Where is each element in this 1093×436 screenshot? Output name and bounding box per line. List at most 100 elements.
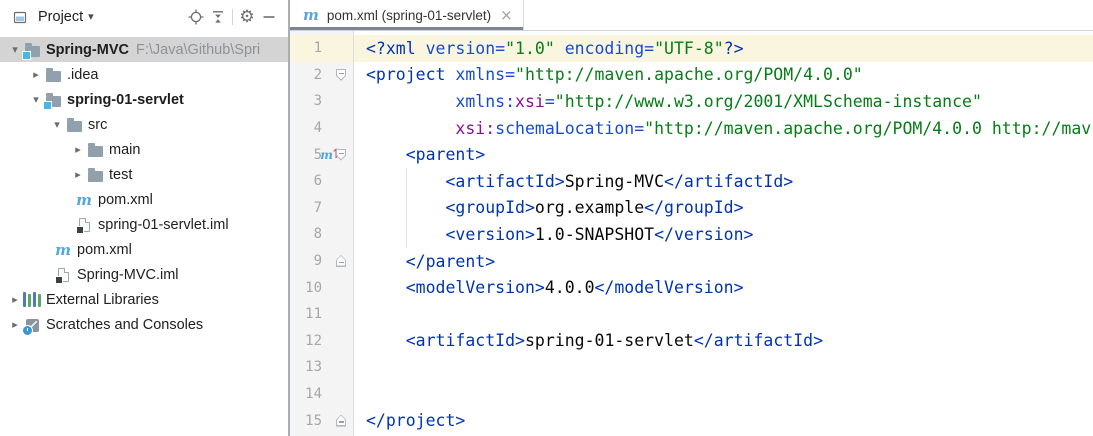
token: </version> xyxy=(654,225,753,244)
fold-slot xyxy=(340,248,353,275)
editor-tab-bar: m pom.xml (spring-01-servlet) × xyxy=(290,0,1093,31)
tree-item-external-libraries[interactable]: ▸External Libraries xyxy=(0,287,288,312)
fold-end-icon[interactable] xyxy=(336,255,346,267)
token: </modelVersion> xyxy=(595,278,744,297)
token: <parent> xyxy=(406,145,485,164)
code-line-9[interactable]: 9 </parent> xyxy=(290,248,1093,275)
line-number: 15 xyxy=(290,413,322,429)
line-number: 11 xyxy=(290,306,322,322)
fold-slot xyxy=(340,168,353,195)
panel-title[interactable]: Project xyxy=(38,9,83,25)
code-line-10[interactable]: 10 <modelVersion>4.0.0</modelVersion> xyxy=(290,274,1093,301)
code-line-5[interactable]: 5m↑ <parent> xyxy=(290,141,1093,168)
tree-item-pom-xml[interactable]: mpom.xml xyxy=(0,237,288,262)
token: "http://www.w3.org/2001/XMLSchema-instan… xyxy=(555,92,982,111)
token xyxy=(366,331,406,350)
line-number: 1 xyxy=(290,40,322,56)
token: xsi: xyxy=(455,119,495,138)
scratches-icon xyxy=(23,316,41,333)
code-line-7[interactable]: 7 <groupId>org.example</groupId> xyxy=(290,195,1093,222)
line-number: 8 xyxy=(290,226,322,242)
tree-item-label: spring-01-servlet xyxy=(67,92,184,108)
code-editor[interactable]: 1 <?xml version="1.0" encoding="UTF-8"?> 2… xyxy=(290,31,1093,436)
settings-gear-icon[interactable]: ⚙ xyxy=(236,6,258,28)
chevron-right-icon[interactable]: ▸ xyxy=(70,168,86,181)
tree-item-test[interactable]: ▸test xyxy=(0,162,288,187)
code-line-1[interactable]: 1 <?xml version="1.0" encoding="UTF-8"?> xyxy=(290,35,1093,62)
code-text: <project xmlns="http://maven.apache.org/… xyxy=(353,65,863,84)
token: xmlns= xyxy=(455,65,515,84)
tree-item-spring-01-servlet-iml[interactable]: spring-01-servlet.iml xyxy=(0,212,288,237)
close-icon[interactable]: × xyxy=(500,9,513,21)
tab-pom-xml[interactable]: m pom.xml (spring-01-servlet) × xyxy=(290,0,524,30)
fold-slot xyxy=(340,328,353,355)
external-libraries-icon xyxy=(23,291,41,308)
token: </artifactId> xyxy=(664,172,793,191)
maven-icon: m xyxy=(303,6,319,24)
code-line-12[interactable]: 12 <artifactId>spring-01-servlet</artifa… xyxy=(290,328,1093,355)
hide-panel-icon[interactable] xyxy=(258,6,280,28)
code-text: </project> xyxy=(353,411,465,430)
tree-item-label: Scratches and Consoles xyxy=(46,317,203,333)
token: org.example xyxy=(535,198,644,217)
tree-item-label: pom.xml xyxy=(77,242,132,258)
token xyxy=(366,278,406,297)
chevron-right-icon[interactable]: ▸ xyxy=(7,293,23,306)
token: version= xyxy=(426,39,505,58)
tree-item-spring-mvc[interactable]: ▾Spring-MVCF:\Java\Github\Spri xyxy=(0,37,288,62)
tree-item-idea[interactable]: ▸.idea xyxy=(0,62,288,87)
tree-item-label: src xyxy=(88,117,107,133)
project-panel: Project ▾ ⚙ ▾Spring-MVCF:\Java\Github\Sp… xyxy=(0,0,290,436)
tree-item-main[interactable]: ▸ main xyxy=(0,137,288,162)
indent-guide xyxy=(406,168,407,248)
token: </parent> xyxy=(406,252,495,271)
token xyxy=(366,145,406,164)
line-number: 14 xyxy=(290,386,322,402)
chevron-right-icon[interactable]: ▸ xyxy=(7,318,23,331)
token: xmlns: xyxy=(455,92,515,111)
token xyxy=(366,92,455,111)
chevron-down-icon[interactable]: ▾ xyxy=(28,93,44,106)
token: "http://maven.apache.org/POM/4.0.0 http:… xyxy=(644,119,1091,138)
tree-item-spring-mvc-iml[interactable]: Spring-MVC.iml xyxy=(0,262,288,287)
folder-icon xyxy=(86,166,104,183)
token: = xyxy=(545,92,555,111)
tree-item-pom-xml[interactable]: mpom.xml xyxy=(0,187,288,212)
line-number: 3 xyxy=(290,93,322,109)
fold-start-icon[interactable] xyxy=(336,69,346,81)
editor: m pom.xml (spring-01-servlet) × 1 <?xml v… xyxy=(290,0,1093,436)
chevron-right-icon[interactable]: ▸ xyxy=(70,143,86,156)
token: ?> xyxy=(724,39,744,58)
chevron-down-icon[interactable]: ▾ xyxy=(49,118,65,131)
code-line-6[interactable]: 6 <artifactId>Spring-MVC</artifactId> xyxy=(290,168,1093,195)
chevron-down-icon[interactable]: ▾ xyxy=(7,43,23,56)
tree-item-scratches-and-consoles[interactable]: ▸ Scratches and Consoles xyxy=(0,312,288,337)
code-line-14[interactable]: 14 xyxy=(290,381,1093,408)
code-line-13[interactable]: 13 xyxy=(290,354,1093,381)
fold-end-icon[interactable] xyxy=(336,415,346,427)
code-text: <?xml version="1.0" encoding="UTF-8"?> xyxy=(353,39,744,58)
fold-slot xyxy=(340,301,353,328)
code-text: <modelVersion>4.0.0</modelVersion> xyxy=(353,278,744,297)
tree-item-label: Spring-MVC.iml xyxy=(77,267,179,283)
fold-slot xyxy=(340,381,353,408)
code-line-2[interactable]: 2<project xmlns="http://maven.apache.org… xyxy=(290,62,1093,89)
code-line-3[interactable]: 3 xmlns:xsi="http://www.w3.org/2001/XMLS… xyxy=(290,88,1093,115)
code-line-15[interactable]: 15 </project> xyxy=(290,407,1093,434)
chevron-down-icon[interactable]: ▾ xyxy=(88,10,94,23)
tree-item-spring-01-servlet[interactable]: ▾ spring-01-servlet xyxy=(0,87,288,112)
chevron-right-icon[interactable]: ▸ xyxy=(28,68,44,81)
code-line-11[interactable]: 11 xyxy=(290,301,1093,328)
project-tool-window-icon[interactable] xyxy=(9,6,31,28)
tree-item-src[interactable]: ▾ src xyxy=(0,112,288,137)
fold-slot xyxy=(340,354,353,381)
project-toolbar: Project ▾ ⚙ xyxy=(0,0,288,33)
code-text: <artifactId>spring-01-servlet</artifactI… xyxy=(353,331,823,350)
token: "UTF-8" xyxy=(654,39,724,58)
code-line-8[interactable]: 8 <version>1.0-SNAPSHOT</version> xyxy=(290,221,1093,248)
locate-file-icon[interactable] xyxy=(185,6,207,28)
line-number: 10 xyxy=(290,280,322,296)
code-line-4[interactable]: 4 xsi:schemaLocation="http://maven.apach… xyxy=(290,115,1093,142)
tree-item-label: main xyxy=(109,142,140,158)
collapse-all-icon[interactable] xyxy=(207,6,229,28)
